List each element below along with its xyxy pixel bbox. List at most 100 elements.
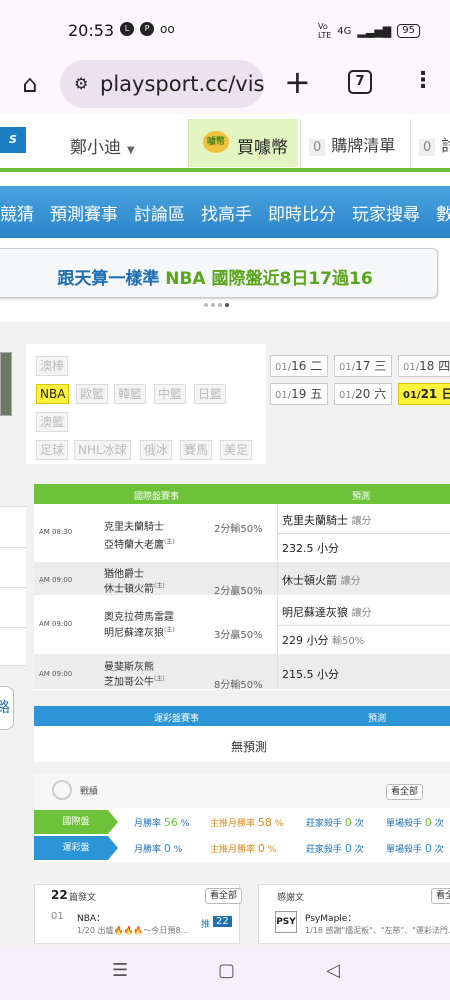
address-bar[interactable]: ⚙ playsport.cc/vis xyxy=(60,60,264,108)
thanks-label: 感謝文 xyxy=(277,893,305,903)
nav-item-player-search[interactable]: 玩家搜尋 xyxy=(344,200,428,225)
carousel-dot[interactable] xyxy=(218,303,222,307)
sport-chip[interactable]: NHL冰球 xyxy=(74,440,131,460)
p-icon: P xyxy=(140,22,154,36)
system-nav-bar: ☰ ▢ ◁ xyxy=(0,946,450,1000)
push-label: 推 xyxy=(201,920,211,930)
nav-item-data[interactable]: 數 xyxy=(428,200,450,225)
side-link-button[interactable]: 路 xyxy=(0,686,14,730)
sport-chip[interactable]: 歐籃 xyxy=(76,384,109,404)
more-label: 討 xyxy=(441,136,450,155)
table-row[interactable]: AM 09:00 猶他爵士 休士頓火箭(主) 2分贏50% 休士頓火箭 讓分 xyxy=(34,562,450,597)
sport-chip[interactable]: 賽馬 xyxy=(180,440,213,460)
overflow-menu-icon[interactable]: ⋮ xyxy=(412,70,434,92)
cart-button[interactable]: 0 購牌清單 xyxy=(300,119,410,167)
no-prediction-text: 無預測 xyxy=(230,740,267,754)
record-row-yun: 運彩盤 月勝率 0 % 主推月勝率 0 % 莊家殺手 0 次 單場殺手 0 次 xyxy=(34,836,450,860)
date-button[interactable]: 01/18 四 xyxy=(398,355,450,377)
intl-games-table: 國際盤賽事 預測 AM 08:30 克里夫蘭騎士 亞特蘭大老鷹(主) 2分輸50… xyxy=(34,484,450,691)
sport-chip[interactable]: 中籃 xyxy=(154,384,187,404)
sport-chip[interactable]: 美足 xyxy=(220,440,253,460)
site-settings-icon[interactable]: ⚙ xyxy=(74,74,88,93)
nav-item-forum[interactable]: 討論區 xyxy=(126,200,193,225)
sport-chip[interactable]: 韓籃 xyxy=(114,384,147,404)
carousel-dot[interactable] xyxy=(225,303,229,307)
nav-item-live-score[interactable]: 即時比分 xyxy=(260,200,344,225)
record-header: 戰績 看全部 xyxy=(34,774,450,808)
table-row[interactable]: AM 09:00 曼斐斯灰熊 芝加哥公牛(主) 8分輸50% 215.5 小分 xyxy=(34,654,450,691)
intl-games-header: 國際盤賽事 預測 xyxy=(34,484,450,504)
table-row[interactable]: AM 09:00 奧克拉荷馬雷霆 明尼蘇達灰狼(主) 3分贏50% 明尼蘇達灰狼… xyxy=(34,596,450,654)
date-button[interactable]: 01/20 六 xyxy=(334,383,392,405)
user-menu[interactable]: 鄭小迪 ▼ xyxy=(70,133,135,158)
push-count: 22 xyxy=(213,916,232,927)
avatar[interactable]: PSY xyxy=(275,911,297,933)
intl-header-games: 國際盤賽事 xyxy=(134,492,180,502)
nav-item-predict[interactable]: 預測賽事 xyxy=(42,200,126,225)
recents-icon[interactable]: ☰ xyxy=(112,960,128,981)
banner-highlight: NBA 國際盤近8日17過16 xyxy=(165,269,373,289)
posts-see-all-button[interactable]: 看全部 xyxy=(205,888,243,904)
carousel-dot[interactable] xyxy=(211,303,215,307)
thanks-author[interactable]: PsyMaple： xyxy=(305,911,356,924)
posts-label: 篇發文 xyxy=(69,893,97,903)
home-icon[interactable]: ⌂ xyxy=(16,70,44,98)
sport-chip[interactable]: 足球 xyxy=(36,440,69,460)
yun-games-header: 運彩盤賽事 預測 xyxy=(34,706,450,726)
sport-chip[interactable]: 澳棒 xyxy=(36,356,69,376)
banner-prefix: 跟天算一樣準 xyxy=(57,269,160,289)
promo-banner[interactable]: 跟天算一樣準 NBA 國際盤近8日17過16 xyxy=(0,248,438,298)
browser-toolbar: ⌂ ⚙ playsport.cc/vis + 7 ⋮ xyxy=(0,58,450,114)
sport-chip[interactable]: NBA xyxy=(36,384,70,404)
thanks-summary[interactable]: 1/18 感謝"擂泥板"、"左慈"、"運彩法門... xyxy=(305,925,450,936)
sport-chip[interactable]: 澳籃 xyxy=(36,412,69,432)
date-button[interactable]: 01/19 五 xyxy=(270,383,328,405)
signal-icon: ▂▃▅▇ xyxy=(357,24,392,38)
post-summary[interactable]: 1/20 出爐🔥🔥🔥～今日預8... xyxy=(77,925,188,936)
buy-coins-label: 買噱幣 xyxy=(237,138,288,158)
cart-count: 0 xyxy=(309,139,326,156)
thanks-panel: 感謝文 看全 PSY PsyMaple： 1/18 感謝"擂泥板"、"左慈"、"… xyxy=(258,884,450,944)
network-label: 4G xyxy=(337,25,352,37)
date-button[interactable]: 01/17 三 xyxy=(334,355,392,377)
record-row-intl: 國際盤 月勝率 56 % 主推月勝率 58 % 莊家殺手 0 次 單場殺手 0 … xyxy=(34,810,450,834)
table-row[interactable]: AM 08:30 克里夫蘭騎士 亞特蘭大老鷹(主) 2分輸50% 克里夫蘭騎士 … xyxy=(34,504,450,562)
status-icons: L P oo xyxy=(120,22,175,36)
back-icon[interactable]: ◁ xyxy=(326,960,340,981)
status-bar: 20:53 L P oo Vo LTE 4G ▂▃▅▇ 95 xyxy=(0,0,450,58)
tab-switcher-button[interactable]: 7 xyxy=(348,70,372,94)
main-nav: 競猜 預測賽事 討論區 找高手 即時比分 玩家搜尋 數 xyxy=(0,186,450,238)
battery-icon: 95 xyxy=(397,24,420,38)
carousel-dot[interactable] xyxy=(204,303,208,307)
sport-chip[interactable]: 日籃 xyxy=(194,384,227,404)
posts-count: 22 xyxy=(51,888,68,902)
thanks-see-all-button[interactable]: 看全 xyxy=(431,888,450,904)
post-title[interactable]: NBA： xyxy=(77,911,105,924)
more-count: 0 xyxy=(419,139,436,156)
site-header: S 鄭小迪 ▼ 噱幣 買噱幣 0 購牌清單 0討 xyxy=(0,119,450,169)
record-see-all-button[interactable]: 看全部 xyxy=(386,784,424,800)
new-tab-icon[interactable]: + xyxy=(284,66,311,98)
chevron-down-icon: ▼ xyxy=(127,145,135,156)
url-text[interactable]: playsport.cc/vis xyxy=(100,72,264,96)
profile-thumbnail[interactable] xyxy=(0,352,12,416)
more-header-button[interactable]: 0討 xyxy=(410,119,450,167)
intl-header-pred: 預測 xyxy=(352,492,371,502)
nav-item-bet[interactable]: 競猜 xyxy=(0,200,42,225)
cart-label: 購牌清單 xyxy=(331,136,396,155)
yun-header-games: 運彩盤賽事 xyxy=(154,714,200,724)
site-logo[interactable]: S xyxy=(0,127,26,153)
voicemail-icon: oo xyxy=(160,22,175,36)
posts-panel: 22 篇發文 看全部 01 NBA： 1/20 出爐🔥🔥🔥～今日預8... 推 … xyxy=(34,884,243,944)
buy-coins-button[interactable]: 噱幣 買噱幣 xyxy=(188,119,298,167)
home-nav-icon[interactable]: ▢ xyxy=(218,960,235,981)
nav-item-experts[interactable]: 找高手 xyxy=(193,200,260,225)
sport-chip[interactable]: 俄冰 xyxy=(140,440,173,460)
username-label: 鄭小迪 xyxy=(70,138,121,158)
yun-games-table: 運彩盤賽事 預測 無預測 xyxy=(34,706,450,762)
record-tag: 運彩盤 xyxy=(34,836,118,860)
date-button-selected[interactable]: 01/21 日 xyxy=(398,383,450,405)
date-button[interactable]: 01/16 二 xyxy=(270,355,328,377)
record-panel: 戰績 看全部 國際盤 月勝率 56 % 主推月勝率 58 % 莊家殺手 0 次 … xyxy=(34,774,450,862)
target-icon xyxy=(52,780,72,800)
